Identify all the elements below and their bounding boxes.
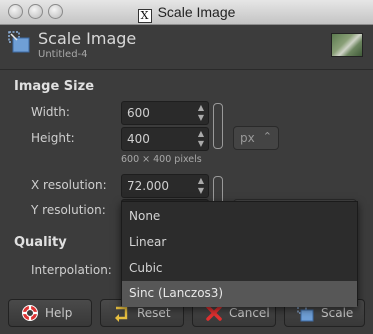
size-chain-icon[interactable] bbox=[213, 103, 223, 149]
unit-value: px bbox=[240, 131, 255, 145]
cancel-button-label: Cancel bbox=[229, 306, 270, 320]
height-label: Height: bbox=[31, 131, 75, 145]
interpolation-option-sinc-lanczos3[interactable]: Sinc (Lanczos3) bbox=[122, 281, 357, 307]
x-resolution-label: X resolution: bbox=[31, 178, 107, 192]
width-stepper[interactable]: ▲ ▼ bbox=[195, 103, 207, 123]
height-value: 400 bbox=[127, 132, 150, 146]
scale-button-label: Scale bbox=[321, 306, 354, 320]
width-value: 600 bbox=[127, 106, 150, 120]
y-resolution-label: Y resolution: bbox=[31, 203, 106, 217]
quality-heading: Quality bbox=[14, 235, 67, 250]
scale-image-icon bbox=[8, 31, 30, 53]
interpolation-option-linear[interactable]: Linear bbox=[122, 230, 357, 256]
x11-icon: X bbox=[137, 9, 152, 23]
height-spinbox[interactable]: 400 ▲ ▼ bbox=[121, 127, 209, 151]
unit-select[interactable]: px ⌃ bbox=[233, 126, 279, 150]
width-spinbox[interactable]: 600 ▲ ▼ bbox=[121, 101, 209, 125]
reset-button-label: Reset bbox=[137, 306, 171, 320]
header-separator bbox=[0, 69, 373, 70]
window-title: X Scale Image bbox=[0, 4, 373, 23]
window-title-text: Scale Image bbox=[157, 4, 236, 20]
height-stepper[interactable]: ▲ ▼ bbox=[195, 129, 207, 149]
help-button-label: Help bbox=[45, 306, 73, 320]
x-resolution-stepper[interactable]: ▲ ▼ bbox=[195, 176, 207, 196]
updown-icon: ⌃ bbox=[262, 130, 272, 143]
image-name: Untitled-4 bbox=[38, 49, 88, 60]
dialog-title: Scale Image bbox=[38, 29, 137, 48]
interpolation-option-none[interactable]: None bbox=[122, 204, 357, 230]
image-size-heading: Image Size bbox=[14, 79, 95, 94]
x-resolution-spinbox[interactable]: 72.000 ▲ ▼ bbox=[121, 174, 209, 198]
image-thumbnail bbox=[331, 33, 363, 57]
width-label: Width: bbox=[31, 105, 70, 119]
x-resolution-value: 72.000 bbox=[127, 179, 169, 193]
pixel-size-info: 600 × 400 pixels bbox=[121, 154, 202, 165]
title-bar: X Scale Image bbox=[0, 0, 373, 25]
interpolation-dropdown-menu: None Linear Cubic Sinc (Lanczos3) bbox=[121, 201, 358, 307]
interpolation-option-cubic[interactable]: Cubic bbox=[122, 256, 357, 282]
dialog-header: Scale Image Untitled-4 bbox=[0, 25, 373, 69]
lifebuoy-icon bbox=[22, 305, 38, 321]
interpolation-label: Interpolation: bbox=[31, 263, 112, 277]
help-button[interactable]: Help bbox=[8, 299, 92, 327]
